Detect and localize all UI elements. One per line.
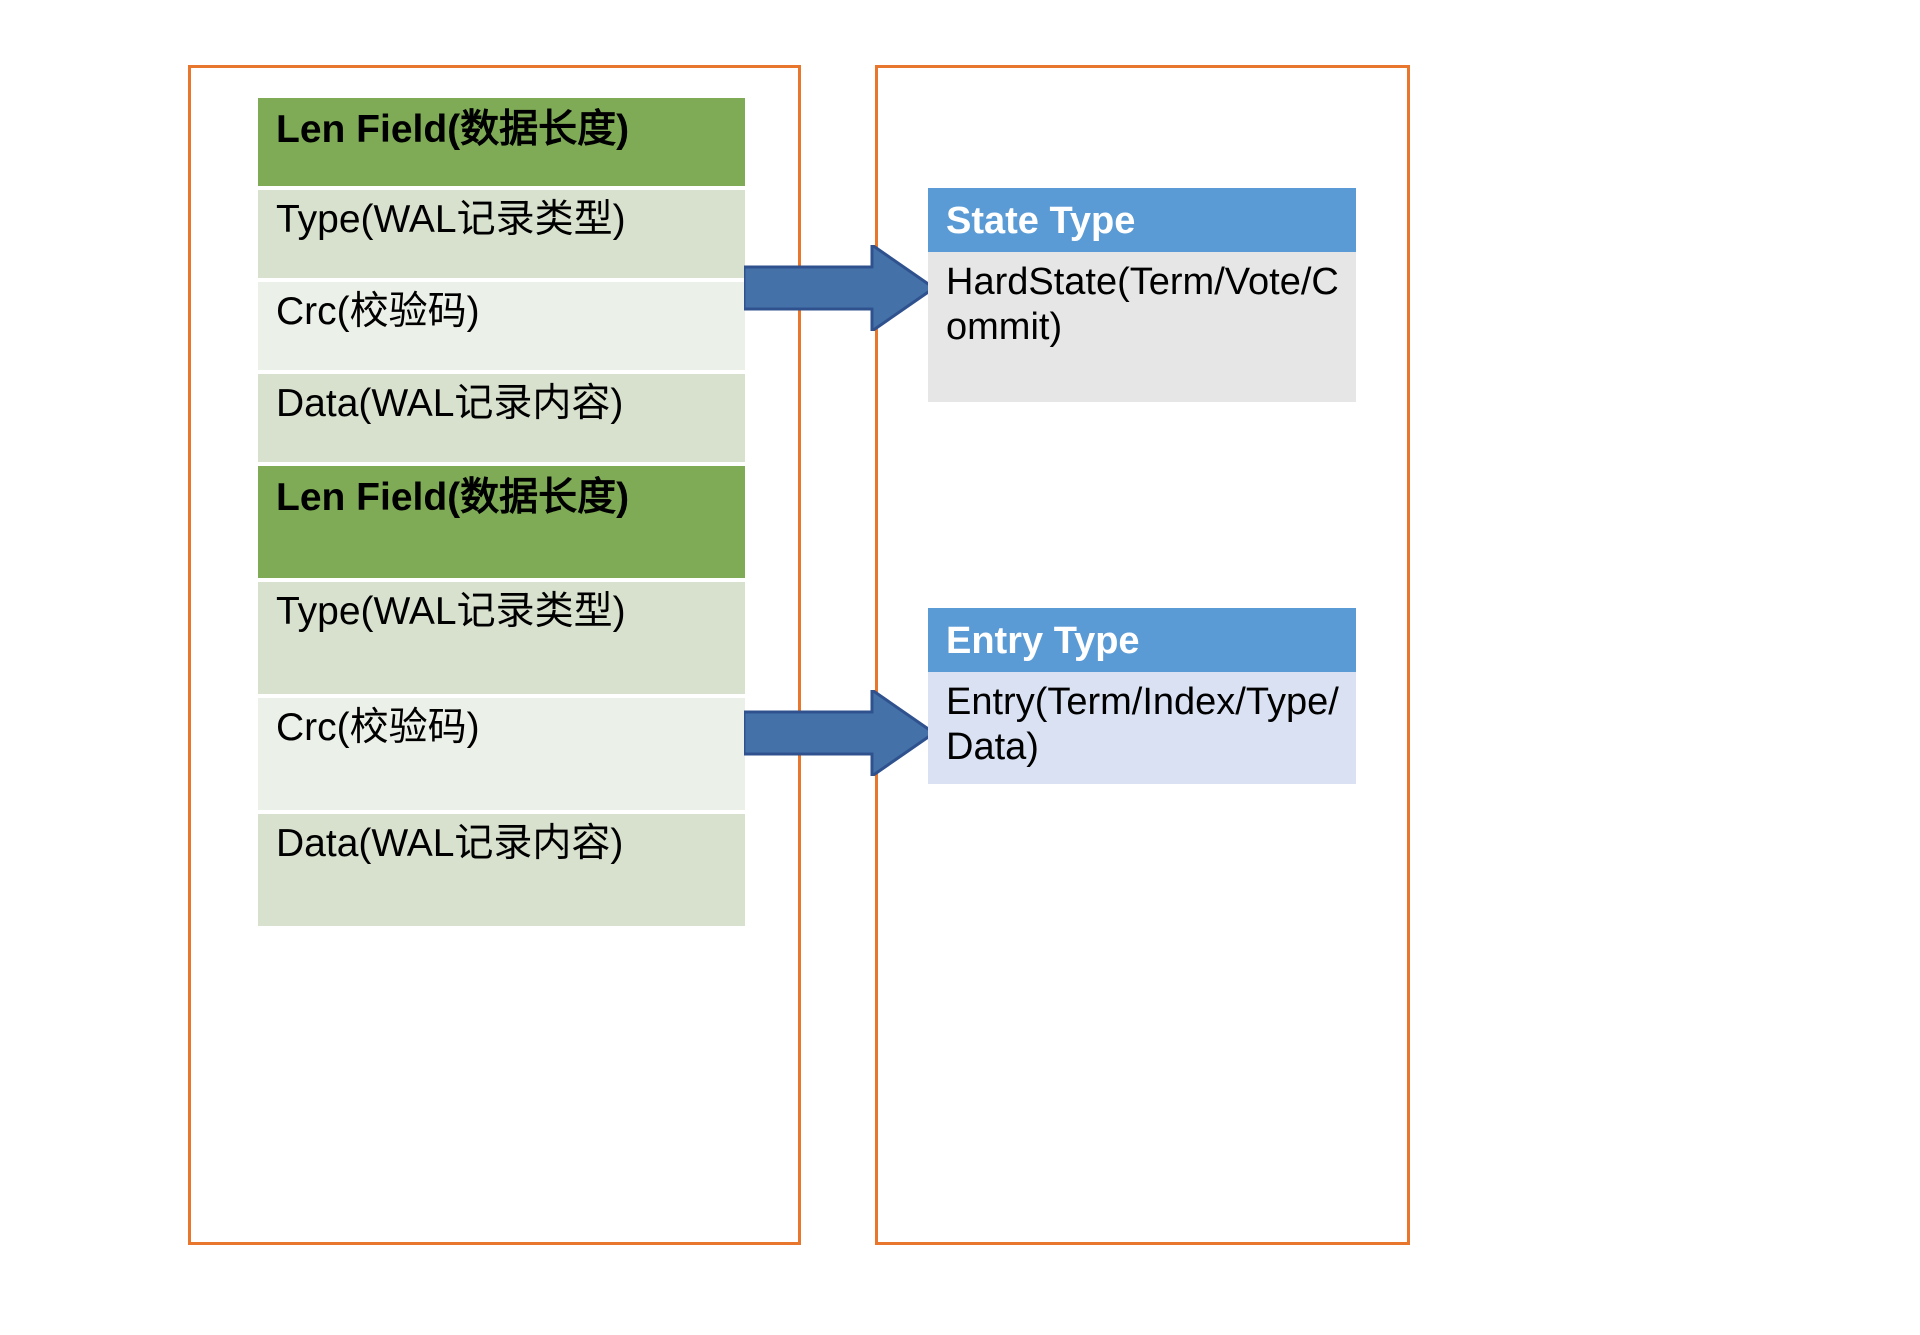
state-type-body: HardState(Term/Vote/Commit): [928, 252, 1356, 402]
state-type-header: State Type: [928, 188, 1356, 252]
arrow-to-entry-type-icon: [742, 687, 937, 779]
wal-row-label: Type(WAL记录类型): [276, 590, 626, 633]
wal-row-type-1: Type(WAL记录类型): [258, 190, 745, 278]
wal-row-len-field-2: Len Field(数据长度): [258, 466, 745, 578]
wal-row-label: Crc(校验码): [276, 290, 480, 333]
wal-row-data-2: Data(WAL记录内容): [258, 814, 745, 926]
entry-type-body: Entry(Term/Index/Type/Data): [928, 672, 1356, 784]
wal-row-label: Len Field(数据长度): [276, 476, 630, 519]
state-type-box: State Type HardState(Term/Vote/Commit): [928, 188, 1356, 402]
entry-type-box: Entry Type Entry(Term/Index/Type/Data): [928, 608, 1356, 784]
arrow-to-state-type-icon: [742, 242, 937, 334]
wal-row-crc-2: Crc(校验码): [258, 698, 745, 810]
wal-row-type-2: Type(WAL记录类型): [258, 582, 745, 694]
wal-row-label: Crc(校验码): [276, 706, 480, 749]
wal-record-table: Len Field(数据长度) Type(WAL记录类型) Crc(校验码) D…: [258, 98, 745, 1148]
wal-row-crc-1: Crc(校验码): [258, 282, 745, 370]
entry-type-header: Entry Type: [928, 608, 1356, 672]
wal-row-label: Type(WAL记录类型): [276, 198, 626, 241]
diagram-canvas: Len Field(数据长度) Type(WAL记录类型) Crc(校验码) D…: [0, 0, 1920, 1335]
wal-row-label: Len Field(数据长度): [276, 108, 630, 151]
wal-row-data-1: Data(WAL记录内容): [258, 374, 745, 462]
wal-row-label: Data(WAL记录内容): [276, 822, 624, 865]
wal-row-len-field-1: Len Field(数据长度): [258, 98, 745, 186]
wal-row-label: Data(WAL记录内容): [276, 382, 624, 425]
